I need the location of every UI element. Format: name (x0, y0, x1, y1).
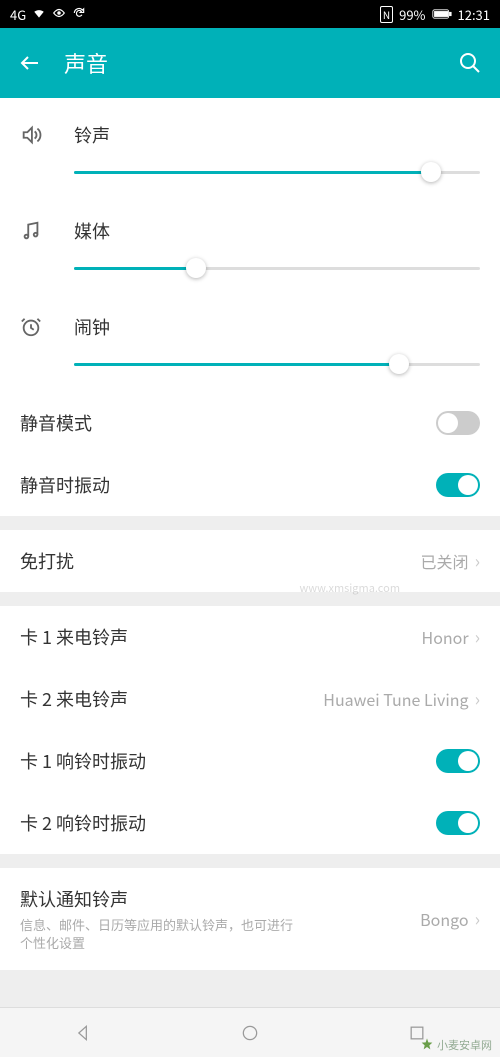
battery-percent: 99% (399, 5, 425, 24)
volume-media: 媒体 (20, 218, 480, 278)
media-icon (20, 220, 52, 242)
sim2-ringtone-label: 卡 2 来电铃声 (20, 686, 128, 712)
app-header: 声音 (0, 28, 500, 98)
sim1-vibrate-row[interactable]: 卡 1 响铃时振动 (0, 730, 500, 792)
ringtone-label: 铃声 (74, 122, 110, 148)
wifi-icon (32, 5, 46, 24)
nfc-icon: N (380, 6, 393, 23)
nav-recent-button[interactable] (407, 1023, 427, 1043)
status-left: 4G (10, 5, 86, 24)
sim2-vibrate-label: 卡 2 响铃时振动 (20, 810, 146, 836)
sim1-vibrate-label: 卡 1 响铃时振动 (20, 748, 146, 774)
ringtone-slider[interactable] (74, 162, 480, 182)
sim2-vibrate-row[interactable]: 卡 2 响铃时振动 (0, 792, 500, 854)
sim1-ringtone-value: Honor› (422, 624, 480, 650)
status-right: N 99% 12:31 (380, 5, 490, 24)
chevron-right-icon: › (475, 686, 480, 712)
default-notif-value: Bongo› (420, 906, 480, 932)
page-title: 声音 (64, 47, 458, 79)
divider (0, 516, 500, 530)
dnd-value: 已关闭› (421, 548, 480, 574)
signal-icon: 4G (10, 5, 26, 24)
media-slider[interactable] (74, 258, 480, 278)
nav-home-button[interactable] (240, 1023, 260, 1043)
dnd-row[interactable]: 免打扰 已关闭› (0, 530, 500, 592)
back-button[interactable] (18, 51, 42, 75)
sim2-ringtone-value: Huawei Tune Living› (323, 686, 480, 712)
divider (0, 854, 500, 868)
alarm-slider[interactable] (74, 354, 480, 374)
vibrate-silent-label: 静音时振动 (20, 472, 110, 498)
silent-mode-label: 静音模式 (20, 410, 92, 436)
vibrate-silent-toggle[interactable] (436, 473, 480, 497)
sim2-vibrate-toggle[interactable] (436, 811, 480, 835)
chevron-right-icon: › (475, 548, 480, 574)
alarm-icon (20, 316, 52, 338)
sim1-ringtone-label: 卡 1 来电铃声 (20, 624, 128, 650)
volume-ringtone: 铃声 (20, 122, 480, 182)
nav-back-button[interactable] (73, 1023, 93, 1043)
default-notif-sub: 信息、邮件、日历等应用的默认铃声，也可进行个性化设置 (20, 916, 300, 952)
refresh-icon (72, 5, 86, 24)
navigation-bar (0, 1007, 500, 1057)
chevron-right-icon: › (475, 624, 480, 650)
ringtone-icon (20, 124, 52, 146)
sim1-ringtone-row[interactable]: 卡 1 来电铃声 Honor› (0, 606, 500, 668)
alarm-label: 闹钟 (74, 314, 110, 340)
silent-mode-toggle[interactable] (436, 411, 480, 435)
clock-text: 12:31 (458, 5, 490, 24)
volume-alarm: 闹钟 (20, 314, 480, 374)
sim1-vibrate-toggle[interactable] (436, 749, 480, 773)
battery-icon (432, 5, 452, 24)
vibrate-silent-row[interactable]: 静音时振动 (0, 454, 500, 516)
status-bar: 4G N 99% 12:31 (0, 0, 500, 28)
media-label: 媒体 (74, 218, 110, 244)
silent-mode-row[interactable]: 静音模式 (0, 392, 500, 454)
chevron-right-icon: › (475, 906, 480, 932)
volume-section: 铃声 媒体 闹钟 (0, 98, 500, 392)
dnd-label: 免打扰 (20, 548, 74, 574)
default-notif-row[interactable]: 默认通知铃声 信息、邮件、日历等应用的默认铃声，也可进行个性化设置 Bongo› (0, 868, 500, 970)
eye-icon (52, 5, 66, 24)
search-button[interactable] (458, 51, 482, 75)
divider (0, 592, 500, 606)
default-notif-label: 默认通知铃声 (20, 886, 300, 912)
sim2-ringtone-row[interactable]: 卡 2 来电铃声 Huawei Tune Living› (0, 668, 500, 730)
